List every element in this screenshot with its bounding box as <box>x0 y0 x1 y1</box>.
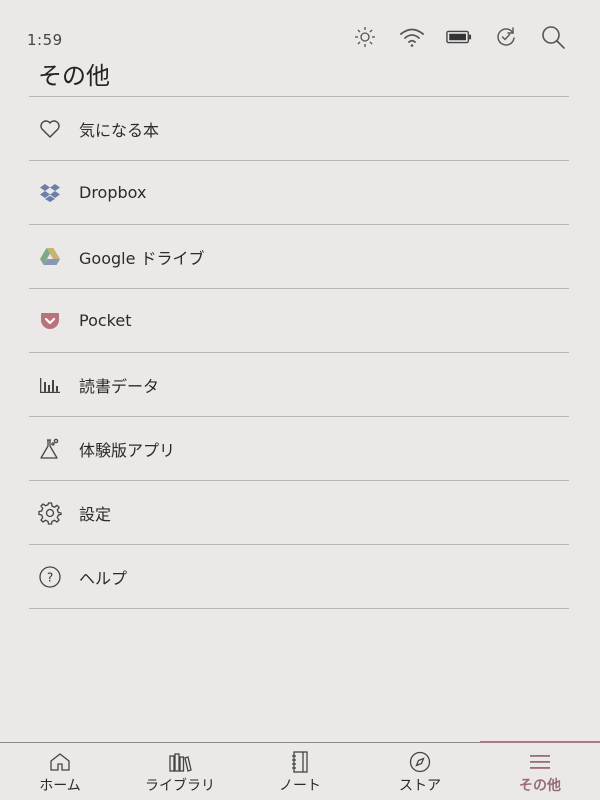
brightness-icon[interactable] <box>352 24 378 50</box>
home-icon <box>49 750 71 774</box>
status-bar: 1:59 <box>0 0 600 56</box>
tab-home[interactable]: ホーム <box>0 743 120 800</box>
svg-text:?: ? <box>47 570 53 584</box>
page-title: その他 <box>38 62 110 90</box>
tab-notes[interactable]: ノート <box>240 743 360 800</box>
flask-icon <box>33 438 67 460</box>
notebook-icon <box>290 750 310 774</box>
menu-item-settings[interactable]: 設定 <box>29 481 569 545</box>
bar-chart-icon <box>33 376 67 394</box>
menu-list: 気になる本 Dropbox Google ドライブ Pocket 読書データ 体… <box>29 96 569 609</box>
menu-item-help[interactable]: ? ヘルプ <box>29 545 569 609</box>
menu-label: 気になる本 <box>79 120 160 140</box>
tab-label: ホーム <box>39 778 81 794</box>
bottom-tab-bar: ホーム ライブラリ ノート ストア その他 <box>0 741 600 800</box>
battery-icon[interactable] <box>446 24 472 50</box>
tab-library[interactable]: ライブラリ <box>120 743 240 800</box>
sync-icon[interactable] <box>493 24 519 50</box>
tab-more[interactable]: その他 <box>480 741 600 800</box>
status-icons <box>352 24 566 50</box>
menu-label: Pocket <box>79 311 132 330</box>
compass-icon <box>409 750 431 774</box>
menu-label: ヘルプ <box>79 568 128 588</box>
tab-label: ライブラリ <box>145 778 215 794</box>
tab-label: その他 <box>519 778 561 794</box>
tab-label: ストア <box>399 778 441 794</box>
menu-label: 読書データ <box>79 376 160 396</box>
heart-icon <box>33 119 67 139</box>
tab-store[interactable]: ストア <box>360 743 480 800</box>
menu-item-pocket[interactable]: Pocket <box>29 289 569 353</box>
clock-time: 1:59 <box>27 31 63 49</box>
menu-item-beta-apps[interactable]: 体験版アプリ <box>29 417 569 481</box>
menu-item-wishlist[interactable]: 気になる本 <box>29 97 569 161</box>
library-icon <box>168 750 192 774</box>
tab-label: ノート <box>279 778 321 794</box>
google-drive-icon <box>33 247 67 267</box>
gear-icon <box>33 501 67 525</box>
menu-icon <box>529 750 551 774</box>
menu-label: Dropbox <box>79 183 147 202</box>
menu-item-google-drive[interactable]: Google ドライブ <box>29 225 569 289</box>
menu-item-dropbox[interactable]: Dropbox <box>29 161 569 225</box>
menu-label: 設定 <box>79 504 112 524</box>
pocket-icon <box>33 311 67 330</box>
menu-label: Google ドライブ <box>79 248 205 268</box>
wifi-icon[interactable] <box>399 24 425 50</box>
search-icon[interactable] <box>540 24 566 50</box>
menu-item-reading-data[interactable]: 読書データ <box>29 353 569 417</box>
help-icon: ? <box>33 565 67 589</box>
dropbox-icon <box>33 183 67 203</box>
menu-label: 体験版アプリ <box>79 440 176 460</box>
